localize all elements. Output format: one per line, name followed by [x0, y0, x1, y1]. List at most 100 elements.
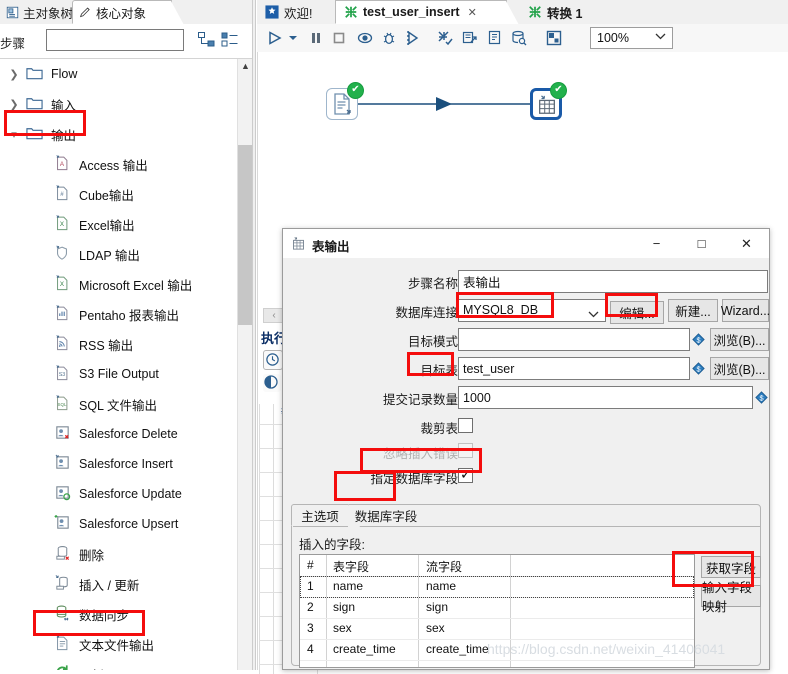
- expand-tree-icon[interactable]: [197, 31, 216, 49]
- table-output-node[interactable]: ✔: [530, 82, 567, 120]
- tree-item-step[interactable]: Salesforce Upsert: [0, 509, 237, 539]
- table-output-dialog[interactable]: 表输出 − □ ✕ 步骤名称 数据库连接 MYSQL8_DB 编辑... 新建.…: [282, 228, 770, 670]
- tree-item-label: Cube输出: [79, 188, 134, 203]
- table-row[interactable]: 2 sign sign: [300, 597, 694, 619]
- step-name-label: 步骤名称: [407, 277, 458, 291]
- update-icon: [49, 664, 75, 670]
- close-button[interactable]: ✕: [724, 229, 769, 258]
- dialog-title-bar[interactable]: 表输出 − □ ✕: [283, 229, 769, 259]
- tree-item-label: Salesforce Insert: [79, 457, 173, 471]
- tree-item-folder[interactable]: ❯ 输入: [0, 89, 237, 119]
- tree-item-step[interactable]: Salesforce Delete: [0, 419, 237, 449]
- panel-splitter[interactable]: [252, 0, 256, 670]
- table-row[interactable]: 3 sex sex: [300, 618, 694, 640]
- csv-input-node[interactable]: ✔: [326, 82, 364, 120]
- scroll-up-icon[interactable]: ▲: [240, 61, 251, 72]
- tree-item-step[interactable]: S3 S3 File Output: [0, 359, 237, 389]
- tree-scrollbar[interactable]: ▲: [237, 59, 253, 670]
- tree-item-step[interactable]: LDAP 输出: [0, 239, 237, 269]
- row-index: 3: [307, 621, 314, 635]
- tree-item-step[interactable]: # Cube输出: [0, 179, 237, 209]
- tree-item-step[interactable]: 数据同步: [0, 599, 237, 629]
- replay-icon[interactable]: [403, 28, 423, 48]
- edit-connection-button[interactable]: 编辑...: [610, 301, 664, 324]
- truncate-table-checkbox[interactable]: [458, 418, 473, 433]
- folder-icon: [21, 96, 47, 113]
- tree-item-label: Salesforce Delete: [79, 427, 178, 441]
- tab-test-user-insert-label: test_user_insert: [363, 5, 460, 19]
- tree-item-step[interactable]: Salesforce Insert: [0, 449, 237, 479]
- tree-item-step[interactable]: 文本文件输出: [0, 629, 237, 659]
- tree-item-step[interactable]: Pentaho 报表输出: [0, 299, 237, 329]
- tree-item-label: 删除: [79, 548, 105, 563]
- text-file-output-icon: [49, 634, 75, 654]
- chevron-right-icon[interactable]: ❯: [7, 68, 21, 81]
- close-icon[interactable]: ✕: [468, 6, 477, 19]
- pause-icon[interactable]: [306, 28, 326, 48]
- target-schema-input[interactable]: [458, 328, 690, 351]
- show-grid-icon[interactable]: [544, 28, 564, 48]
- scrollbar-thumb[interactable]: [238, 145, 253, 325]
- database-connection-combo[interactable]: MYSQL8_DB: [458, 299, 606, 322]
- wizard-connection-button[interactable]: Wizard...: [721, 299, 769, 322]
- cell-stream-field: name: [426, 579, 457, 593]
- tree-item-label: LDAP 输出: [79, 248, 140, 263]
- tab-transformation-1[interactable]: 转换 1: [520, 0, 623, 24]
- tree-item-step[interactable]: 插入 / 更新: [0, 569, 237, 599]
- tree-item-step[interactable]: SQL SQL 文件输出: [0, 389, 237, 419]
- sql-icon[interactable]: [485, 28, 505, 48]
- variable-icon[interactable]: $: [692, 333, 705, 346]
- tree-item-step[interactable]: 更新: [0, 659, 237, 670]
- target-schema-label: 目标模式: [407, 335, 458, 349]
- tab-test-user-insert[interactable]: test_user_insert ✕: [335, 0, 519, 25]
- field-mapping-button[interactable]: 输入字段映射: [701, 581, 761, 614]
- core-objects-tree[interactable]: ❯ Flow ❯ 输入 ▾ 输出 A Access 输出 # Cube输出 X Excel输出 LDAP…: [0, 59, 237, 670]
- browse-table-button[interactable]: 浏览(B)...: [710, 357, 769, 380]
- analyze-impact-icon[interactable]: [460, 28, 480, 48]
- table-row[interactable]: 1 name name: [300, 576, 694, 598]
- preview-results-icon[interactable]: [263, 374, 281, 392]
- column-header-table-field: 表字段: [333, 560, 370, 574]
- variable-icon[interactable]: $: [692, 362, 705, 375]
- salesforce-upsert-icon: [49, 514, 75, 534]
- preview-icon[interactable]: [355, 28, 375, 48]
- tab-main-options[interactable]: 主选项: [291, 504, 360, 527]
- chevron-down-icon[interactable]: ▾: [7, 128, 21, 141]
- search-input[interactable]: [46, 29, 184, 51]
- minimize-button[interactable]: −: [634, 229, 679, 258]
- tree-item-step[interactable]: Salesforce Update: [0, 479, 237, 509]
- history-icon[interactable]: [263, 350, 283, 370]
- get-fields-button[interactable]: 获取字段: [701, 556, 761, 578]
- tree-item-step[interactable]: X Excel输出: [0, 209, 237, 239]
- cell-stream-field: sign: [426, 600, 449, 614]
- tree-item-step[interactable]: RSS 输出: [0, 329, 237, 359]
- sql-file-output-icon: SQL: [49, 394, 75, 414]
- step-name-input[interactable]: [458, 270, 768, 293]
- tab-core-objects[interactable]: 核心对象: [72, 0, 184, 25]
- tree-item-step[interactable]: A Access 输出: [0, 149, 237, 179]
- explore-db-icon[interactable]: [509, 28, 529, 48]
- target-table-input[interactable]: [458, 357, 690, 380]
- variable-icon[interactable]: $: [755, 391, 768, 404]
- table-row[interactable]: [300, 660, 694, 667]
- verify-icon[interactable]: [435, 28, 455, 48]
- stop-icon[interactable]: [329, 28, 349, 48]
- browse-schema-button[interactable]: 浏览(B)...: [710, 328, 769, 351]
- tree-item-step[interactable]: X Microsoft Excel 输出: [0, 269, 237, 299]
- run-icon[interactable]: [265, 28, 285, 48]
- specify-db-fields-checkbox[interactable]: [458, 466, 473, 483]
- zoom-select[interactable]: 100%: [590, 27, 673, 49]
- tab-database-fields[interactable]: 数据库字段: [351, 504, 421, 526]
- maximize-button[interactable]: □: [679, 229, 724, 258]
- tree-item-step[interactable]: 删除: [0, 539, 237, 569]
- commit-size-input[interactable]: [458, 386, 753, 409]
- tab-main-object-tree[interactable]: 主对象树: [0, 0, 83, 24]
- tree-item-folder[interactable]: ❯ Flow: [0, 59, 237, 89]
- debug-icon[interactable]: [379, 28, 399, 48]
- collapse-tree-icon[interactable]: [221, 31, 240, 49]
- new-connection-button[interactable]: 新建...: [668, 299, 718, 322]
- tab-welcome[interactable]: 欢迎!: [257, 0, 335, 24]
- tree-item-folder[interactable]: ▾ 输出: [0, 119, 237, 149]
- chevron-right-icon[interactable]: ❯: [7, 98, 21, 111]
- run-dropdown-icon[interactable]: [286, 28, 300, 48]
